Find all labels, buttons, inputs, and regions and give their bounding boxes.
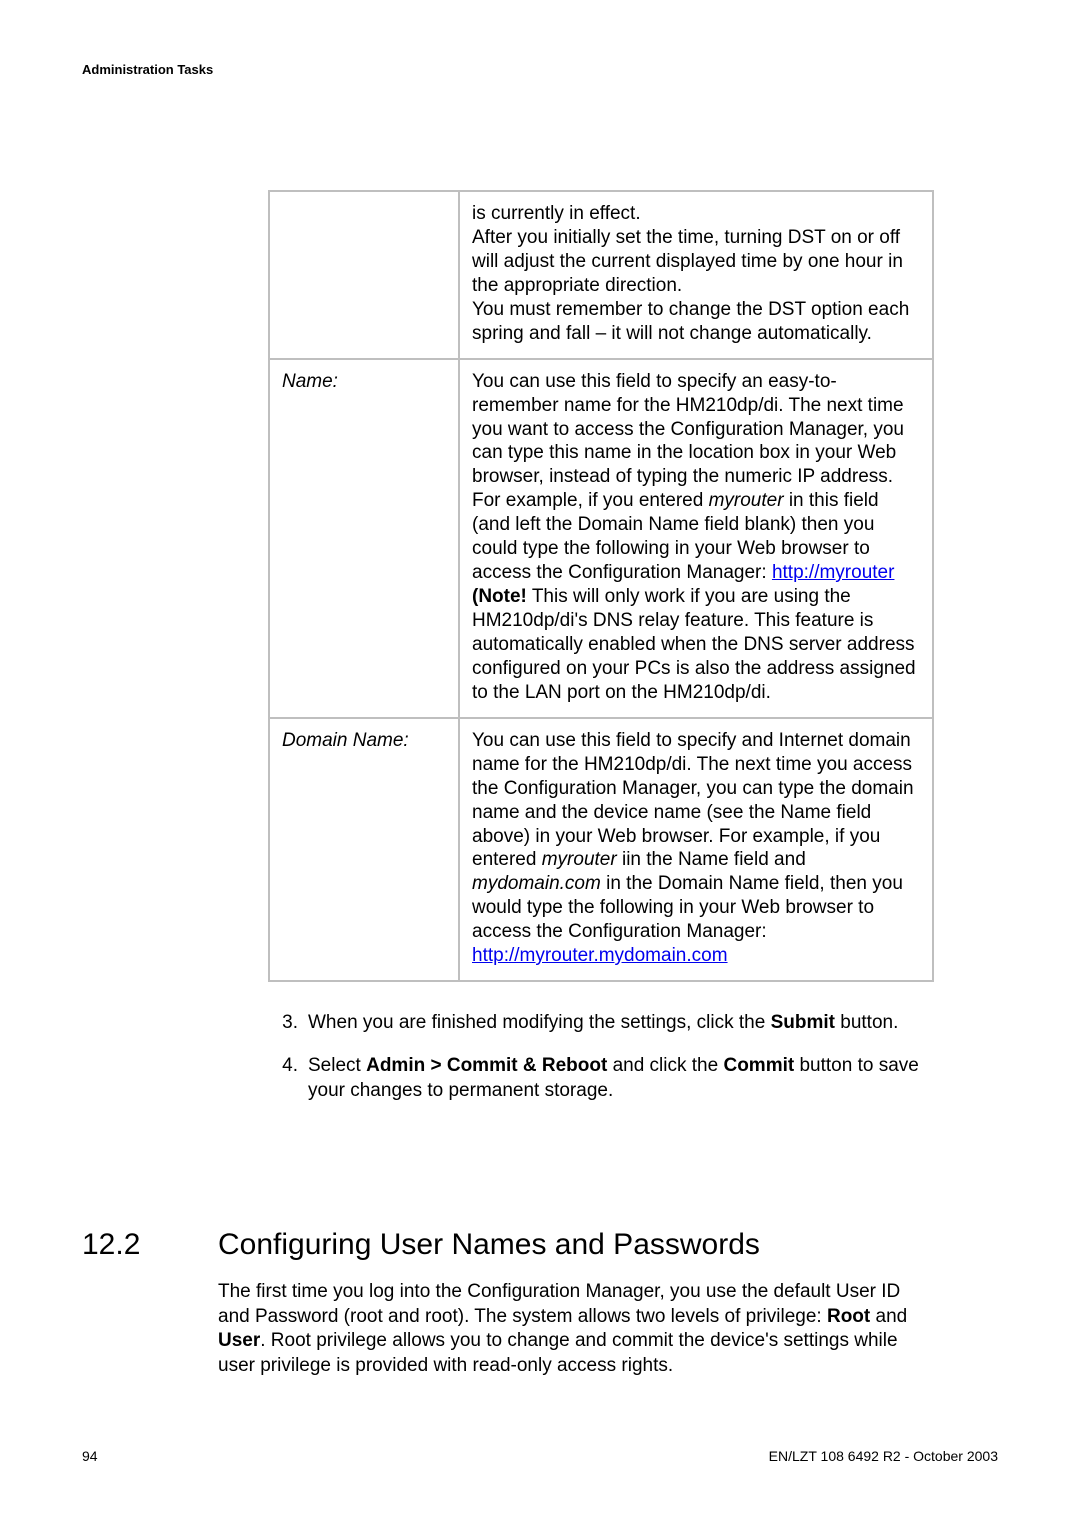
link-myrouter[interactable]: http://myrouter	[772, 562, 895, 583]
page-footer: 94 EN/LZT 108 6492 R2 - October 2003	[82, 1448, 998, 1464]
link-mydomain[interactable]: http://myrouter.mydomain.com	[472, 945, 728, 966]
main-content: is currently in effect. After you initia…	[268, 190, 934, 1121]
running-header: Administration Tasks	[82, 62, 213, 77]
note-prefix: (Note!	[472, 586, 527, 607]
text-italic: mydomain.com	[472, 873, 601, 894]
section-title: Configuring User Names and Passwords	[218, 1228, 934, 1262]
table-row: Domain Name: You can use this field to s…	[269, 718, 933, 981]
text: You must remember to change the DST opti…	[472, 299, 909, 344]
step-number: 4.	[268, 1053, 308, 1103]
settings-table: is currently in effect. After you initia…	[268, 190, 934, 982]
step-body: Select Admin > Commit & Reboot and click…	[308, 1053, 934, 1103]
text: When you are finished modifying the sett…	[308, 1012, 771, 1033]
section-number: 12.2	[82, 1228, 218, 1262]
bold: Admin > Commit & Reboot	[366, 1055, 607, 1076]
doc-id: EN/LZT 108 6492 R2 - October 2003	[769, 1448, 998, 1464]
text: is currently in effect.	[472, 203, 641, 224]
list-item: 3. When you are finished modifying the s…	[268, 1010, 934, 1035]
text: The first time you log into the Configur…	[218, 1281, 900, 1327]
row-label: Domain Name:	[269, 718, 459, 981]
bold: Submit	[771, 1012, 835, 1033]
step-body: When you are finished modifying the sett…	[308, 1010, 934, 1035]
list-item: 4. Select Admin > Commit & Reboot and cl…	[268, 1053, 934, 1103]
row-label	[269, 191, 459, 359]
step-number: 3.	[268, 1010, 308, 1035]
table-row: Name: You can use this field to specify …	[269, 359, 933, 718]
row-desc: You can use this field to specify an eas…	[459, 359, 933, 718]
bold: Root	[827, 1306, 870, 1327]
bold: Commit	[723, 1055, 794, 1076]
text-italic: myrouter	[709, 490, 784, 511]
table-row: is currently in effect. After you initia…	[269, 191, 933, 359]
page-number: 94	[82, 1448, 98, 1464]
section-12-2: 12.2 Configuring User Names and Password…	[82, 1228, 934, 1379]
step-list: 3. When you are finished modifying the s…	[268, 1010, 934, 1103]
row-desc: is currently in effect. After you initia…	[459, 191, 933, 359]
bold: User	[218, 1330, 260, 1351]
section-paragraph: The first time you log into the Configur…	[218, 1280, 934, 1379]
section-heading: 12.2 Configuring User Names and Password…	[82, 1228, 934, 1262]
text: and click the	[607, 1055, 723, 1076]
text: Select	[308, 1055, 366, 1076]
text: and	[870, 1306, 907, 1327]
page: Administration Tasks is currently in eff…	[0, 0, 1080, 1528]
row-label: Name:	[269, 359, 459, 718]
row-desc: You can use this field to specify and In…	[459, 718, 933, 981]
text: button.	[835, 1012, 898, 1033]
text-italic: myrouter	[542, 849, 617, 870]
text: After you initially set the time, turnin…	[472, 227, 903, 296]
text: This will only work if you are using the…	[472, 586, 916, 703]
text: . Root privilege allows you to change an…	[218, 1330, 898, 1376]
text: iin the Name field and	[617, 849, 806, 870]
